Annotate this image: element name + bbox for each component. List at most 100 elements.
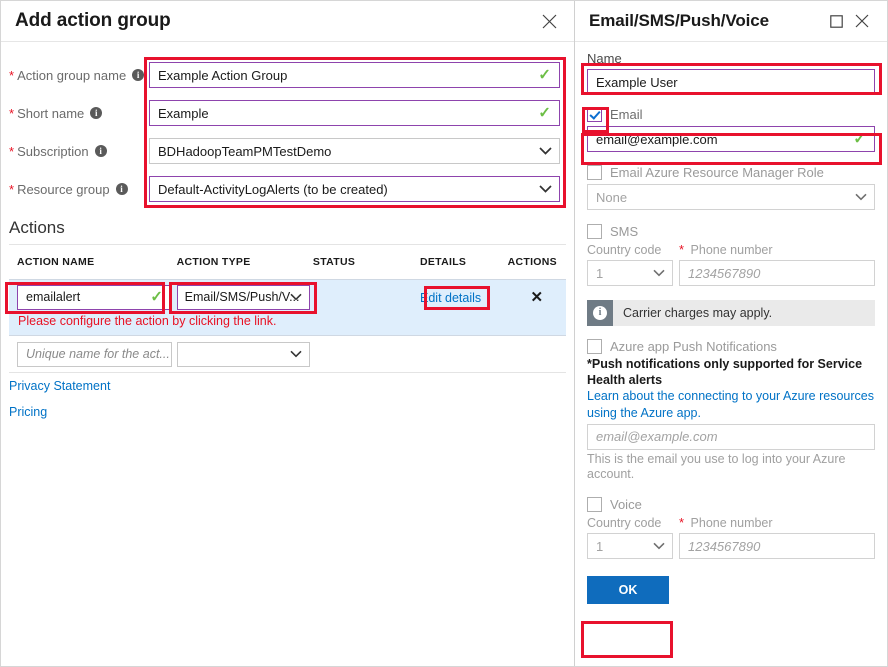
sms-checkbox[interactable] bbox=[587, 224, 602, 239]
phone-label-text: Phone number bbox=[690, 243, 773, 257]
sms-checkbox-label: SMS bbox=[610, 224, 639, 239]
azure-app-learn-link[interactable]: Learn about the connecting to your Azure… bbox=[587, 388, 875, 421]
resource-group-select[interactable]: Default-ActivityLogAlerts (to be created… bbox=[149, 176, 560, 202]
arm-role-checkbox-row[interactable]: Email Azure Resource Manager Role bbox=[587, 165, 875, 180]
email-checkbox-row[interactable]: Email bbox=[587, 107, 875, 122]
column-header-actions: ACTIONS bbox=[507, 256, 557, 268]
ok-button[interactable]: OK bbox=[587, 576, 669, 604]
email-sms-push-voice-blade: Email/SMS/Push/Voice Name Example User E… bbox=[575, 1, 887, 666]
azure-portal-blades: Add action group * Action group name i E… bbox=[0, 0, 888, 667]
required-asterisk: * bbox=[9, 181, 15, 197]
sms-checkbox-row[interactable]: SMS bbox=[587, 224, 875, 239]
input-value: Example User bbox=[596, 74, 678, 90]
info-icon[interactable]: i bbox=[90, 107, 103, 119]
email-checkbox-label: Email bbox=[610, 107, 643, 122]
carrier-charges-notice: i Carrier charges may apply. bbox=[587, 300, 875, 326]
right-blade-title: Email/SMS/Push/Voice bbox=[589, 11, 770, 30]
new-action-name-input[interactable]: Unique name for the act... bbox=[17, 341, 172, 367]
label-action-group-name: * Action group name i bbox=[9, 68, 149, 83]
info-icon: i bbox=[587, 300, 613, 326]
voice-phone-group: * Phone number 1234567890 bbox=[679, 516, 875, 559]
sms-country-code-group: Country code 1 bbox=[587, 243, 673, 286]
input-value: emailalert bbox=[26, 290, 81, 304]
input-value: Example bbox=[158, 105, 209, 121]
close-icon[interactable] bbox=[536, 8, 562, 34]
input-value: email@example.com bbox=[596, 131, 718, 147]
phone-label-text: Phone number bbox=[690, 516, 773, 530]
select-value: 1 bbox=[596, 265, 604, 281]
field-short-name: * Short name i Example ✓ bbox=[9, 94, 560, 132]
push-email-input[interactable]: email@example.com bbox=[587, 423, 875, 450]
voice-checkbox[interactable] bbox=[587, 497, 602, 512]
valid-check-icon: ✓ bbox=[853, 130, 866, 148]
actions-section-heading: Actions bbox=[9, 218, 65, 237]
add-action-group-blade: Add action group * Action group name i E… bbox=[1, 1, 575, 666]
label-resource-group: * Resource group i bbox=[9, 182, 149, 197]
new-action-type-select[interactable] bbox=[177, 341, 310, 367]
footer-links: Privacy Statement Pricing bbox=[1, 373, 574, 419]
sms-country-code-select[interactable]: 1 bbox=[587, 260, 673, 286]
cell-actions: ✕ bbox=[508, 290, 566, 305]
push-checkbox-label: Azure app Push Notifications bbox=[610, 339, 777, 354]
carrier-charges-text: Carrier charges may apply. bbox=[623, 306, 773, 320]
field-label-text: Subscription bbox=[17, 143, 89, 159]
action-group-form: * Action group name i Example Action Gro… bbox=[1, 42, 574, 208]
action-type-select[interactable]: Email/SMS/Push/V... bbox=[176, 284, 310, 310]
voice-phone-label: * Phone number bbox=[679, 516, 875, 530]
arm-role-select[interactable]: None bbox=[587, 184, 875, 210]
info-icon[interactable]: i bbox=[94, 145, 107, 157]
email-input[interactable]: email@example.com ✓ bbox=[587, 126, 875, 152]
name-label: Name bbox=[587, 51, 622, 66]
right-blade-body: Name Example User Email email@example.co… bbox=[575, 42, 887, 604]
chevron-down-icon bbox=[855, 193, 867, 201]
chevron-down-icon bbox=[539, 185, 552, 194]
select-value: None bbox=[596, 189, 628, 205]
select-value: 1 bbox=[596, 538, 604, 554]
page-title: Add action group bbox=[15, 10, 171, 31]
sms-country-code-label: Country code bbox=[587, 243, 662, 257]
edit-details-link[interactable]: Edit details bbox=[420, 291, 481, 305]
field-subscription: * Subscription i BDHadoopTeamPMTestDemo bbox=[9, 132, 560, 170]
action-name-input[interactable]: emailalert ✓ bbox=[17, 284, 172, 310]
push-checkbox-row[interactable]: Azure app Push Notifications bbox=[587, 339, 875, 354]
required-asterisk: * bbox=[9, 105, 15, 121]
push-checkbox[interactable] bbox=[587, 339, 602, 354]
sms-phone-input[interactable]: 1234567890 bbox=[679, 260, 875, 286]
voice-checkbox-row[interactable]: Voice bbox=[587, 497, 875, 512]
email-checkbox[interactable] bbox=[587, 107, 602, 122]
push-support-note: *Push notifications only supported for S… bbox=[587, 357, 863, 387]
new-action-row: Unique name for the act... bbox=[9, 336, 566, 373]
remove-action-icon[interactable]: ✕ bbox=[531, 290, 544, 305]
column-header-action-type: ACTION TYPE bbox=[176, 256, 251, 268]
privacy-statement-link[interactable]: Privacy Statement bbox=[9, 379, 574, 393]
maximize-icon[interactable] bbox=[823, 8, 849, 34]
pricing-link[interactable]: Pricing bbox=[9, 405, 574, 419]
arm-role-checkbox-label: Email Azure Resource Manager Role bbox=[610, 165, 824, 180]
close-icon[interactable] bbox=[849, 8, 875, 34]
select-value: Default-ActivityLogAlerts (to be created… bbox=[158, 181, 388, 197]
chevron-down-icon bbox=[290, 350, 302, 358]
actions-table-header: ACTION NAME ACTION TYPE STATUS DETAILS A… bbox=[9, 245, 566, 279]
arm-role-checkbox[interactable] bbox=[587, 165, 602, 180]
short-name-input[interactable]: Example ✓ bbox=[149, 100, 560, 126]
table-row-controls: emailalert ✓ Email/SMS/Push/V... Edit de… bbox=[9, 280, 566, 314]
voice-phone-input[interactable]: 1234567890 bbox=[679, 533, 875, 559]
column-header-status: STATUS bbox=[312, 256, 356, 268]
label-subscription: * Subscription i bbox=[9, 144, 149, 159]
field-resource-group: * Resource group i Default-ActivityLogAl… bbox=[9, 170, 560, 208]
info-icon[interactable]: i bbox=[132, 69, 145, 81]
voice-country-code-select[interactable]: 1 bbox=[587, 533, 673, 559]
required-asterisk: * bbox=[679, 515, 685, 530]
field-label-text: Resource group bbox=[17, 181, 110, 197]
label-short-name: * Short name i bbox=[9, 106, 149, 121]
cell-action-name: emailalert ✓ bbox=[9, 284, 177, 310]
field-action-group-name: * Action group name i Example Action Gro… bbox=[9, 56, 560, 94]
input-value: Example Action Group bbox=[158, 67, 288, 83]
cell-details: Edit details bbox=[420, 290, 508, 305]
action-group-name-input[interactable]: Example Action Group ✓ bbox=[149, 62, 560, 88]
subscription-select[interactable]: BDHadoopTeamPMTestDemo bbox=[149, 138, 560, 164]
name-input[interactable]: Example User bbox=[587, 69, 875, 95]
left-blade-header: Add action group bbox=[1, 1, 574, 42]
select-value: BDHadoopTeamPMTestDemo bbox=[158, 143, 332, 159]
info-icon[interactable]: i bbox=[115, 183, 128, 195]
